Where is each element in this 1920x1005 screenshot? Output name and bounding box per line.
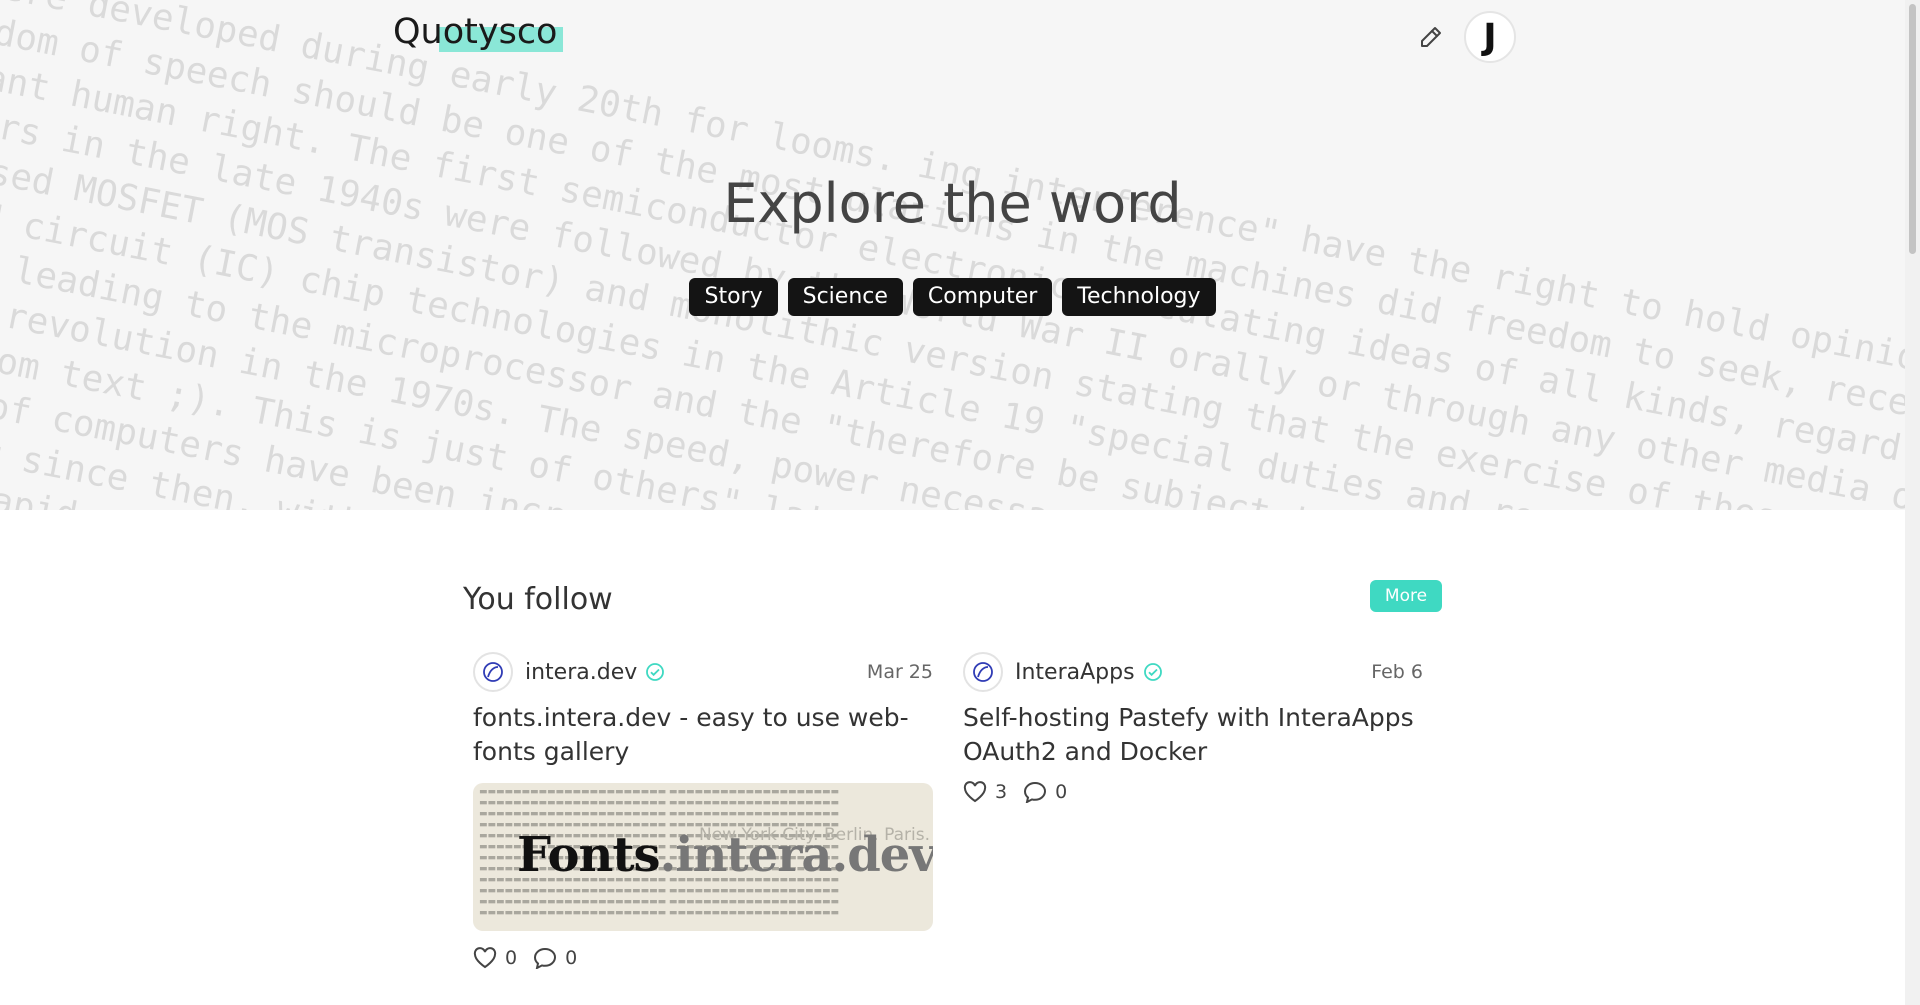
pencil-icon: [1421, 27, 1441, 47]
tag-list: Story Science Computer Technology: [0, 278, 1905, 316]
verified-icon: [645, 662, 665, 682]
post-card[interactable]: intera.dev Mar 25 fonts.intera.dev - eas…: [473, 651, 933, 969]
hero-background-text: ines were developed during early 20th fo…: [0, 0, 1905, 510]
like-count: 3: [995, 781, 1008, 803]
tag-story[interactable]: Story: [689, 278, 778, 316]
comment-button[interactable]: 0: [533, 947, 577, 969]
publisher-avatar[interactable]: [963, 652, 1003, 692]
edit-button[interactable]: [1416, 22, 1446, 52]
tag-science[interactable]: Science: [787, 278, 903, 316]
verified-icon: [1143, 662, 1163, 682]
post-title[interactable]: fonts.intera.dev - easy to use web-fonts…: [473, 701, 933, 769]
heart-icon: [963, 781, 987, 803]
avatar-letter: J: [1483, 16, 1497, 58]
post-card[interactable]: InteraApps Feb 6 Self-hosting Pastefy wi…: [963, 651, 1423, 803]
user-avatar[interactable]: J: [1464, 11, 1516, 63]
thumbnail-domain: .intera.dev: [659, 827, 933, 883]
publisher-avatar[interactable]: [473, 652, 513, 692]
tag-technology[interactable]: Technology: [1062, 278, 1216, 316]
publisher-name[interactable]: intera.dev: [525, 660, 637, 685]
more-button[interactable]: More: [1370, 580, 1442, 612]
like-count: 0: [505, 947, 518, 969]
post-date: Feb 6: [1371, 661, 1423, 683]
thumbnail-brand: Fonts.intera.dev: [517, 827, 933, 883]
comment-count: 0: [1055, 781, 1068, 803]
section-title: You follow: [463, 582, 613, 617]
like-button[interactable]: 0: [473, 947, 517, 969]
post-header: InteraApps Feb 6: [963, 651, 1423, 693]
publisher-name[interactable]: InteraApps: [1015, 660, 1135, 685]
comment-button[interactable]: 0: [1023, 781, 1067, 803]
post-header: intera.dev Mar 25: [473, 651, 933, 693]
post-stats: 3 0: [963, 781, 1423, 803]
logo[interactable]: Quotysco: [393, 12, 557, 52]
post-title[interactable]: Self-hosting Pastefy with InteraApps OAu…: [963, 701, 1423, 769]
post-stats: 0 0: [473, 947, 933, 969]
page-scrollbar[interactable]: [1905, 0, 1920, 1005]
comment-count: 0: [565, 947, 578, 969]
comment-icon: [1024, 781, 1047, 803]
heart-icon: [473, 947, 497, 969]
post-thumbnail[interactable]: ▬▬▬▬▬▬▬▬▬▬▬▬▬▬▬▬▬▬▬▬▬▬ ▬▬▬▬▬▬▬▬▬▬▬▬▬▬▬▬▬…: [473, 783, 933, 931]
comment-icon: [534, 947, 557, 969]
thumbnail-brand-name: Fonts: [517, 827, 661, 883]
intera-logo-icon: [483, 662, 503, 682]
like-button[interactable]: 3: [963, 781, 1007, 803]
tag-computer[interactable]: Computer: [912, 278, 1053, 316]
scrollbar-thumb[interactable]: [1909, 4, 1916, 254]
hero-banner: ines were developed during early 20th fo…: [0, 0, 1905, 510]
intera-logo-icon: [973, 662, 993, 682]
post-date: Mar 25: [866, 661, 933, 683]
hero-title: Explore the word: [723, 172, 1182, 235]
